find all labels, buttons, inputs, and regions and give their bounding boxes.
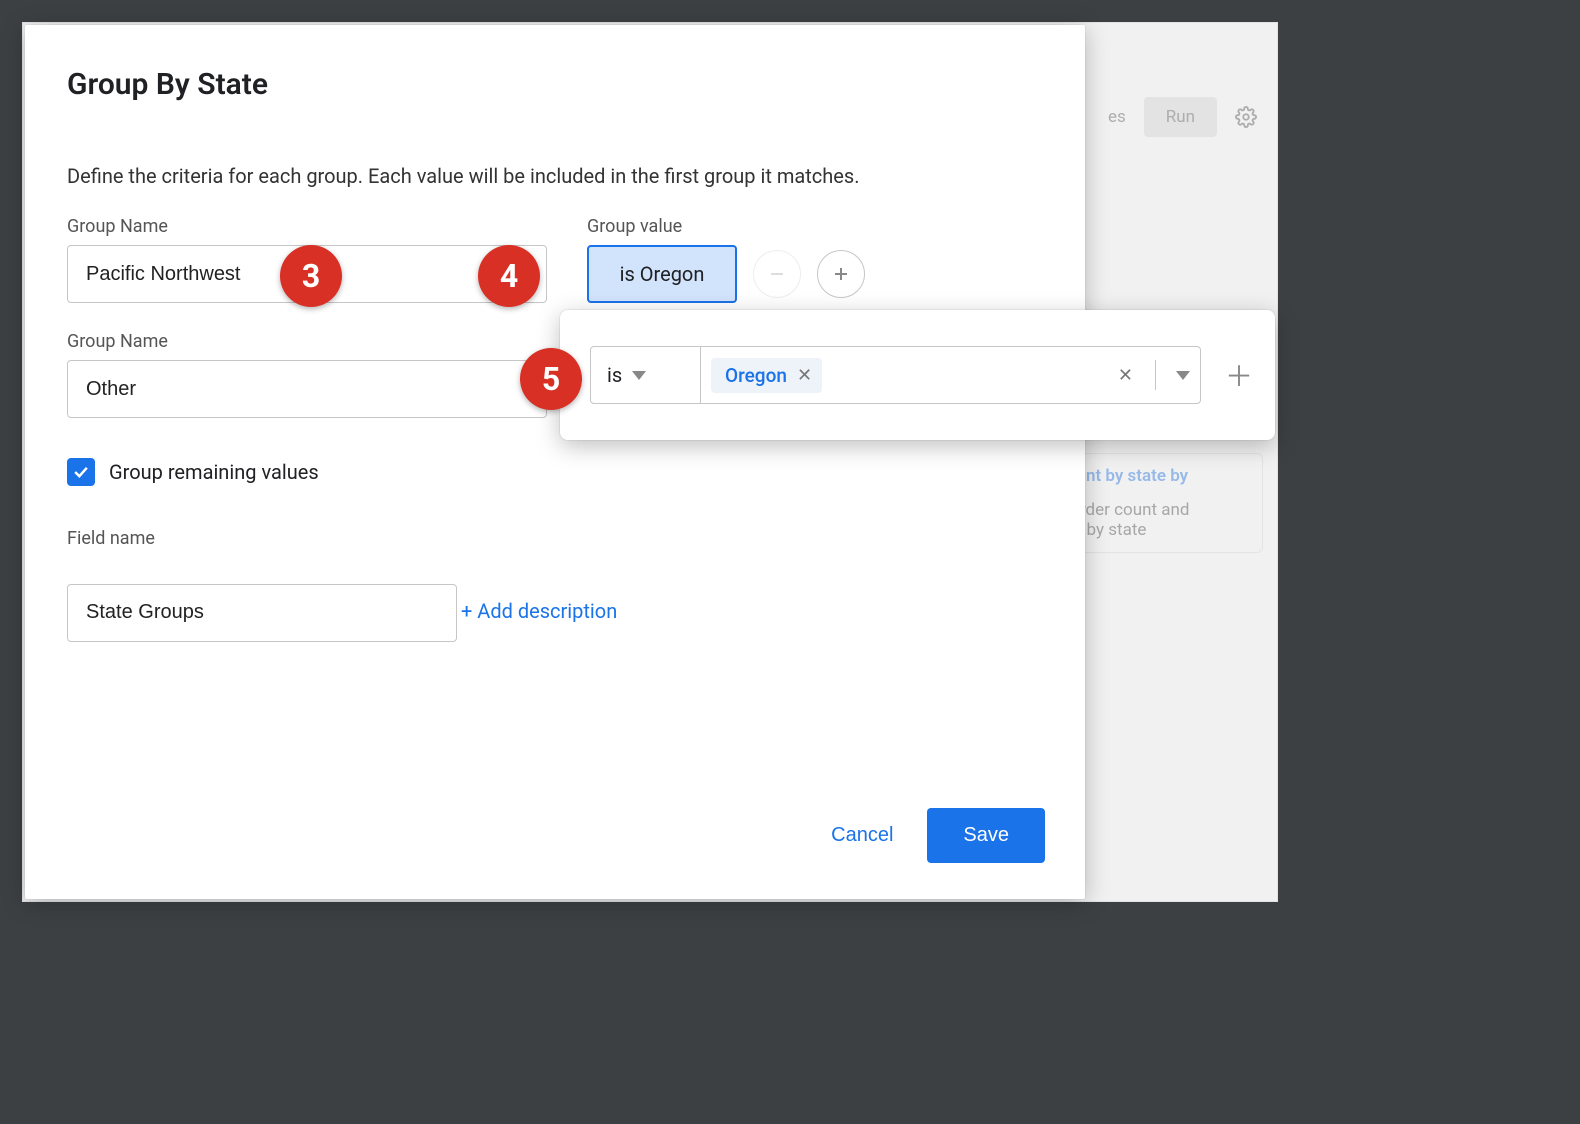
- filter-popover: is Oregon ✕ ✕ ＋: [560, 310, 1275, 440]
- filter-condition-select[interactable]: is: [591, 347, 701, 403]
- group-by-dialog: Group By State Define the criteria for e…: [25, 25, 1085, 899]
- cancel-button[interactable]: Cancel: [831, 824, 893, 847]
- add-description-link[interactable]: + Add description: [461, 599, 617, 623]
- group-value-chip[interactable]: is Oregon: [587, 245, 737, 303]
- filter-value-chip[interactable]: Oregon ✕: [711, 358, 822, 393]
- filter-values-area[interactable]: Oregon ✕: [701, 347, 1108, 403]
- remove-condition-button: [753, 250, 801, 298]
- field-name-input[interactable]: [67, 584, 457, 642]
- group-value-label: Group value: [587, 216, 865, 237]
- chevron-down-icon: [632, 371, 646, 380]
- group-remaining-label: Group remaining values: [109, 460, 319, 484]
- clear-filter-icon[interactable]: ✕: [1118, 365, 1133, 386]
- divider: [1155, 360, 1156, 390]
- save-button[interactable]: Save: [927, 808, 1045, 863]
- check-icon: [71, 462, 91, 482]
- chevron-down-icon[interactable]: [1176, 371, 1190, 380]
- group-name-label-1: Group Name: [67, 216, 547, 237]
- filter-control: is Oregon ✕ ✕: [590, 346, 1201, 404]
- callout-badge-4: 4: [478, 245, 540, 307]
- group-remaining-checkbox[interactable]: [67, 458, 95, 486]
- filter-condition-value: is: [607, 363, 622, 387]
- field-name-label: Field name: [67, 528, 1043, 549]
- remove-chip-icon[interactable]: ✕: [797, 365, 812, 386]
- filter-value-text: Oregon: [725, 364, 787, 387]
- add-filter-button[interactable]: ＋: [1225, 355, 1253, 395]
- callout-badge-5: 5: [520, 348, 582, 410]
- dialog-title: Group By State: [67, 67, 1043, 102]
- dialog-subtitle: Define the criteria for each group. Each…: [67, 164, 1043, 188]
- callout-badge-3: 3: [280, 245, 342, 307]
- group-name-input-2[interactable]: [67, 360, 547, 418]
- add-condition-button[interactable]: [817, 250, 865, 298]
- filter-trailing-controls: ✕: [1108, 347, 1200, 403]
